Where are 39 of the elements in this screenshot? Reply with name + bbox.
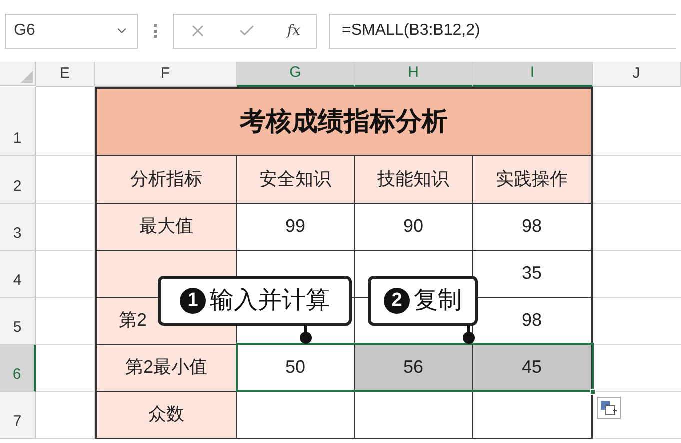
paste-options-icon[interactable]: [597, 397, 621, 419]
callout-label: 1 输入并计算: [158, 276, 352, 326]
label-cell: 安全知识: [237, 156, 355, 204]
row-header[interactable]: 4: [0, 250, 36, 298]
row-header[interactable]: 7: [0, 392, 36, 438]
column-header[interactable]: F: [95, 62, 237, 86]
row-header[interactable]: 5: [0, 298, 36, 344]
row-header[interactable]: 2: [0, 156, 36, 204]
callout-label: 2 复制: [368, 276, 478, 326]
column-header[interactable]: G: [237, 62, 355, 86]
label-cell: 分析指标: [95, 156, 237, 204]
label-cell: 众数: [95, 392, 237, 438]
name-box[interactable]: G6: [5, 14, 138, 48]
table-cell: 98: [473, 204, 593, 250]
fill-handle[interactable]: [590, 389, 596, 395]
label-cell: 实践操作: [473, 156, 593, 204]
column-header[interactable]: E: [36, 62, 95, 86]
row-header[interactable]: 1: [0, 86, 36, 156]
column-header[interactable]: H: [355, 62, 473, 86]
table-cell: 35: [473, 250, 593, 298]
pointer-icon: [462, 325, 476, 345]
more-icon: [154, 24, 157, 38]
label-cell: 第2最小值: [95, 344, 237, 392]
title-cell: 考核成绩指标分析: [95, 86, 593, 156]
select-all-icon[interactable]: [21, 71, 33, 83]
label-cell: 最大值: [95, 204, 237, 250]
row-header[interactable]: 3: [0, 204, 36, 250]
row-header[interactable]: 6: [0, 344, 36, 392]
select-all-corner[interactable]: [0, 62, 36, 86]
table-cell: 45: [473, 344, 593, 392]
formula-field[interactable]: =SMALL(B3:B12,2): [329, 14, 676, 48]
pointer-icon: [299, 325, 313, 345]
insert-function-button[interactable]: fx: [287, 20, 300, 42]
table-cell: 99: [237, 204, 355, 250]
column-header[interactable]: J: [593, 62, 681, 86]
table-cell: 90: [355, 204, 473, 250]
column-header[interactable]: I: [473, 62, 593, 86]
label-cell: 技能知识: [355, 156, 473, 204]
table-cell: 56: [355, 344, 473, 392]
